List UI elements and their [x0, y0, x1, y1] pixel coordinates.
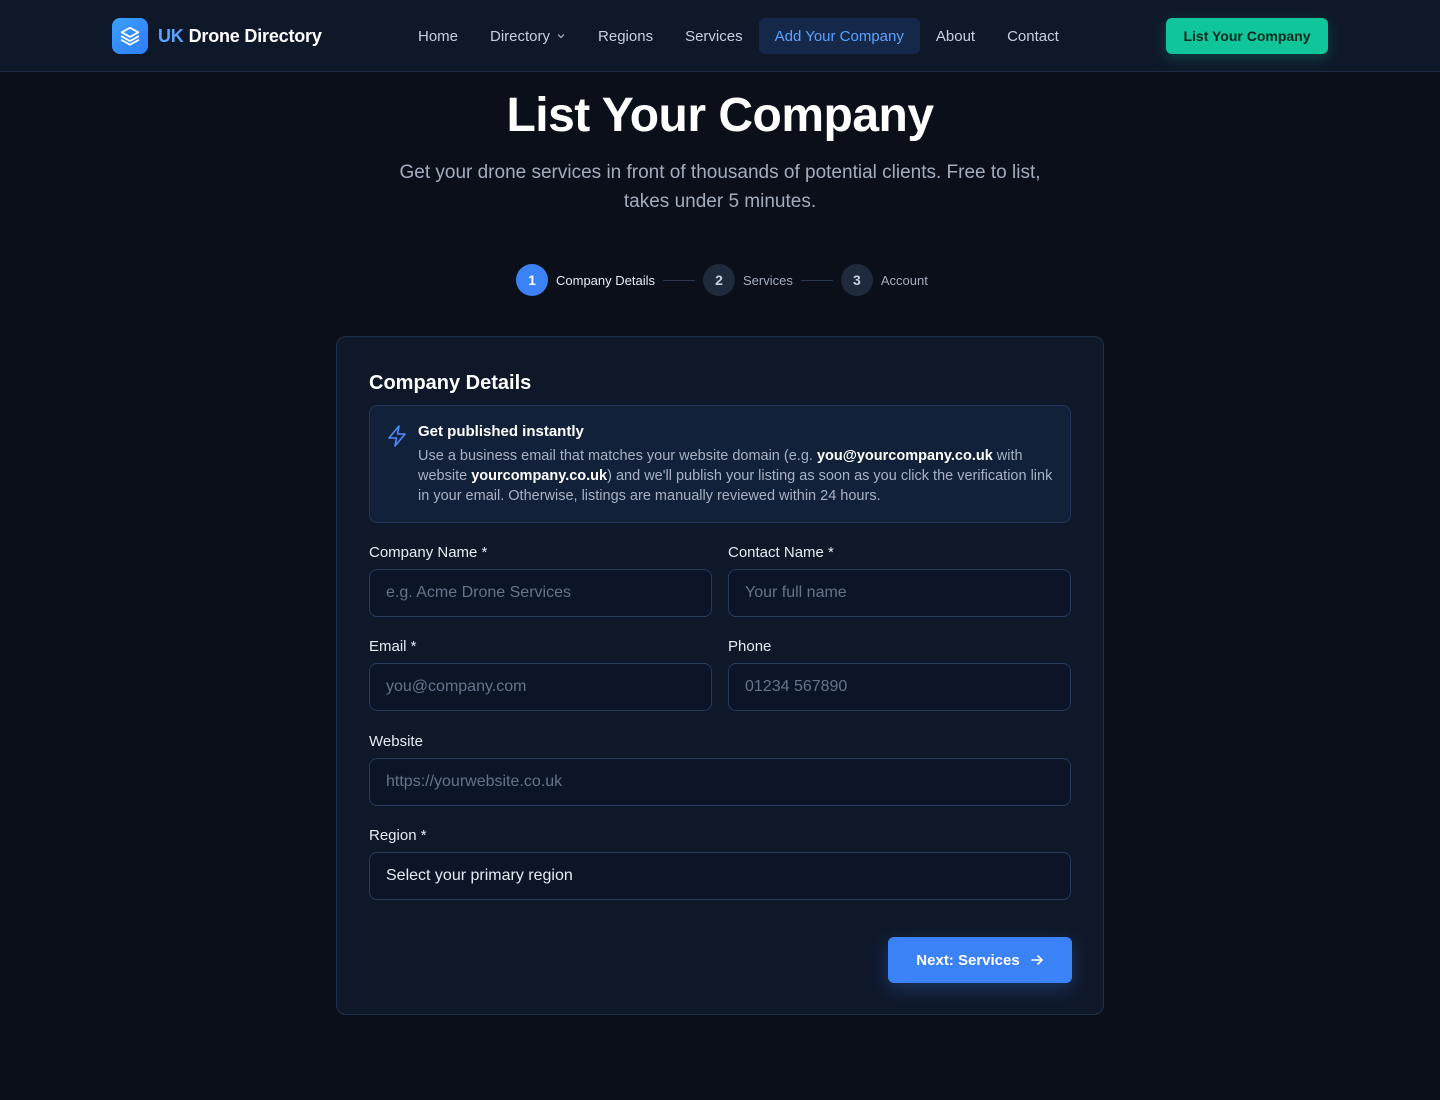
top-navbar: UK Drone Directory Home Directory Regions… — [0, 0, 1440, 72]
nav-link-add-your-company[interactable]: Add Your Company — [758, 18, 920, 54]
phone-input[interactable] — [728, 663, 1071, 711]
arrow-right-icon — [1030, 953, 1044, 967]
notice-website-example: yourcompany.co.uk — [471, 468, 608, 484]
step-connector — [800, 279, 833, 281]
company-name-input[interactable] — [369, 569, 712, 617]
publish-instantly-notice: Get published instantly Use a business e… — [369, 405, 1071, 523]
step-services: 2 Services — [703, 264, 793, 296]
notice-text: Use a business email that matches your w… — [418, 448, 817, 464]
step-connector — [663, 279, 695, 281]
brand-logo-link[interactable]: UK Drone Directory — [112, 18, 322, 54]
website-label: Website — [369, 733, 423, 750]
company-name-label: Company Name * — [369, 544, 488, 561]
step-number: 2 — [703, 264, 735, 296]
notice-title: Get published instantly — [418, 423, 584, 440]
step-account: 3 Account — [840, 264, 928, 296]
nav-link-contact[interactable]: Contact — [991, 18, 1075, 54]
chevron-down-icon — [556, 31, 566, 41]
page-title: List Your Company — [506, 89, 934, 142]
nav-link-regions[interactable]: Regions — [582, 18, 669, 54]
step-label: Account — [880, 272, 928, 288]
contact-name-label: Contact Name * — [728, 544, 834, 561]
notice-email-example: you@yourcompany.co.uk — [816, 448, 993, 464]
email-input[interactable] — [369, 663, 712, 711]
notice-body: Use a business email that matches your w… — [418, 446, 1058, 506]
brand-name: UK Drone Directory — [158, 26, 322, 47]
step-number: 3 — [840, 264, 873, 296]
contact-name-input[interactable] — [728, 569, 1071, 617]
region-select-value: Select your primary region — [386, 867, 573, 884]
main-nav: Home Directory Regions Services Add Your… — [402, 18, 1075, 54]
nav-link-home[interactable]: Home — [402, 18, 474, 54]
nav-link-directory-label: Directory — [490, 27, 551, 45]
email-label: Email * — [369, 638, 417, 655]
step-label: Services — [743, 272, 793, 288]
page-subtitle: Get your drone services in front of thou… — [399, 162, 1041, 212]
next-button-label: Next: Services — [916, 951, 1020, 969]
layers-icon — [112, 18, 148, 54]
phone-label: Phone — [728, 638, 772, 655]
brand-prefix: UK — [158, 25, 184, 46]
form-stepper: 1 Company Details 2 Services 3 Account — [516, 264, 928, 296]
nav-link-directory[interactable]: Directory — [474, 18, 582, 54]
nav-link-about[interactable]: About — [920, 18, 991, 54]
company-details-form: Company Details Get published instantly … — [336, 336, 1104, 1015]
step-label: Company Details — [556, 272, 655, 288]
brand-title: Drone Directory — [188, 25, 322, 46]
region-select[interactable]: Select your primary region — [369, 852, 1071, 900]
website-input[interactable] — [369, 758, 1071, 806]
list-your-company-button[interactable]: List Your Company — [1166, 18, 1328, 54]
form-title: Company Details — [369, 372, 532, 394]
lightning-icon — [386, 424, 408, 453]
step-number: 1 — [516, 264, 548, 296]
region-label: Region * — [369, 827, 427, 844]
next-services-button[interactable]: Next: Services — [888, 937, 1072, 983]
nav-link-services[interactable]: Services — [669, 18, 759, 54]
step-company-details: 1 Company Details — [516, 264, 655, 296]
